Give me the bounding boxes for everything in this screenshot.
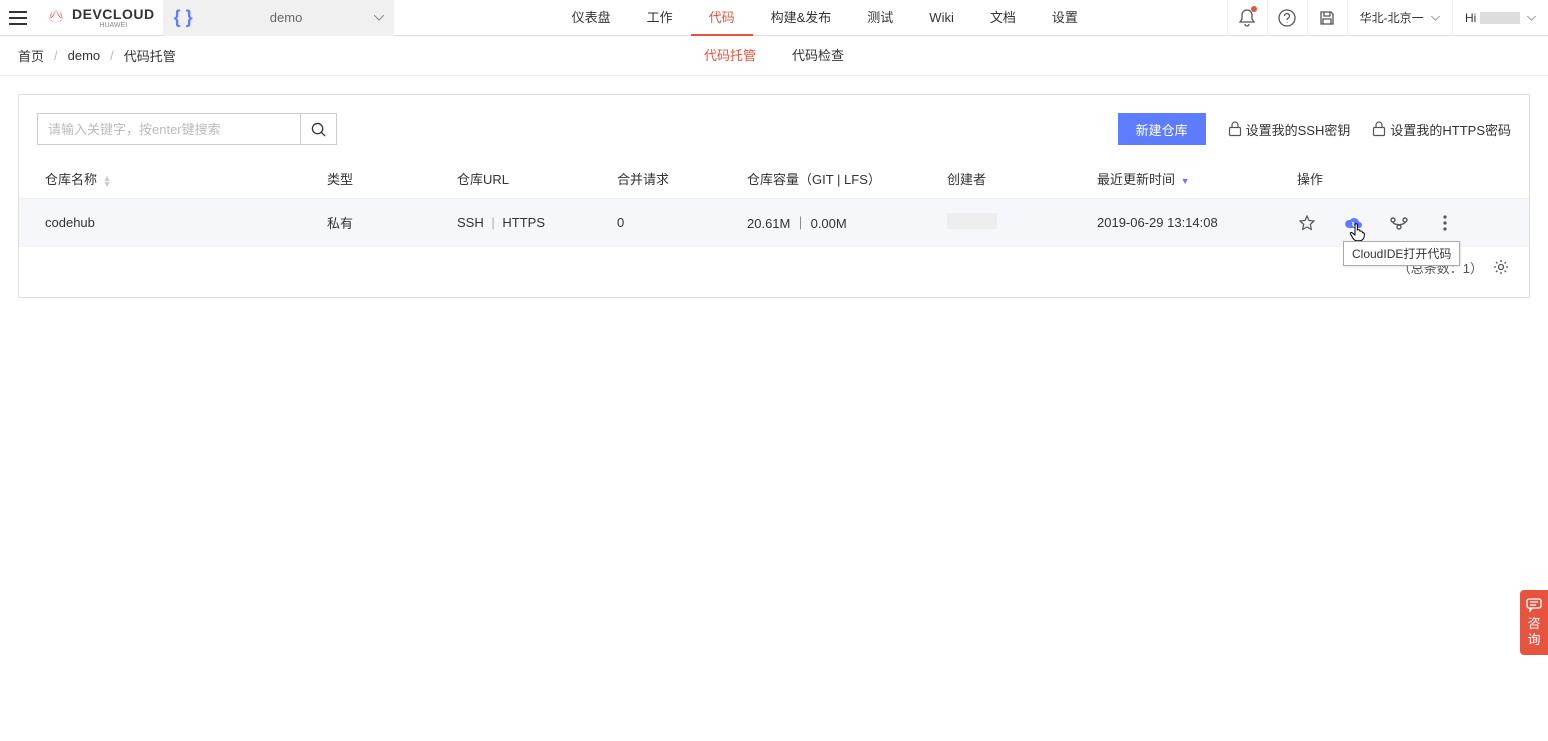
star-icon — [1299, 215, 1315, 231]
cloud-icon — [1343, 216, 1363, 230]
crumb-sep: / — [54, 48, 58, 63]
th-merge: 合并请求 — [617, 169, 747, 188]
repo-card: 新建仓库 设置我的SSH密钥 设置我的HTTPS密码 仓库名称 ▲▼ 类型 — [18, 94, 1530, 298]
cell-update-time: 2019-06-29 13:14:08 — [1097, 215, 1297, 230]
crumb-home[interactable]: 首页 — [18, 46, 44, 65]
main-nav: 仪表盘 工作 代码 构建&发布 测试 Wiki 文档 设置 — [554, 0, 1096, 36]
notifications-button[interactable] — [1227, 0, 1267, 36]
cell-repo-url: SSH | HTTPS — [457, 215, 617, 230]
nav-docs[interactable]: 文档 — [972, 0, 1034, 36]
th-creator: 创建者 — [947, 169, 1097, 188]
nav-work[interactable]: 工作 — [629, 0, 691, 36]
kebab-icon — [1443, 215, 1447, 231]
consult-float-button[interactable]: 咨询 — [1520, 590, 1548, 655]
user-greet-prefix: Hi — [1465, 11, 1476, 25]
chevron-down-icon — [374, 15, 384, 21]
table-footer: （总条数：1） — [19, 247, 1529, 297]
consult-label: 咨询 — [1527, 616, 1540, 647]
region-selector[interactable]: 华北-北京一 — [1347, 0, 1452, 36]
cell-repo-size: 20.61M ｜ 0.00M — [747, 213, 947, 232]
nav-test[interactable]: 测试 — [849, 0, 911, 36]
crumb-current[interactable]: 代码托管 — [124, 46, 176, 65]
set-https-link[interactable]: 设置我的HTTPS密码 — [1372, 120, 1511, 139]
lock-icon — [1372, 121, 1386, 137]
creator-redacted — [947, 213, 997, 229]
content-area: 新建仓库 设置我的SSH密钥 设置我的HTTPS密码 仓库名称 ▲▼ 类型 — [0, 76, 1548, 316]
gear-icon — [1493, 259, 1509, 275]
chevron-down-icon — [1431, 16, 1440, 21]
fork-button[interactable] — [1389, 213, 1409, 233]
save-button[interactable] — [1307, 0, 1347, 36]
set-ssh-label: 设置我的SSH密钥 — [1246, 120, 1351, 139]
huawei-icon — [44, 6, 68, 30]
menu-icon — [9, 11, 27, 25]
nav-settings[interactable]: 设置 — [1034, 0, 1096, 36]
breadcrumb: 首页 / demo / 代码托管 — [18, 46, 176, 65]
cell-creator — [947, 213, 1097, 232]
search-box — [37, 113, 337, 145]
star-button[interactable] — [1297, 213, 1317, 233]
user-menu[interactable]: Hi — [1452, 0, 1548, 36]
subnav-code-check[interactable]: 代码检查 — [774, 36, 862, 76]
user-name-redacted — [1480, 12, 1520, 24]
search-button[interactable] — [300, 114, 336, 144]
crumb-sep: / — [110, 48, 114, 63]
th-time[interactable]: 最近更新时间 ▼ — [1097, 169, 1297, 188]
sub-nav: 代码托管 代码检查 — [686, 36, 862, 76]
cell-operations: CloudIDE打开代码 — [1297, 213, 1511, 233]
cell-repo-type: 私有 — [327, 213, 457, 232]
toolbar: 新建仓库 设置我的SSH密钥 设置我的HTTPS密码 — [19, 95, 1529, 159]
help-icon — [1278, 9, 1296, 27]
project-selector[interactable]: { } demo — [164, 0, 394, 36]
table-header-row: 仓库名称 ▲▼ 类型 仓库URL 合并请求 仓库容量（GIT | LFS） 创建… — [19, 159, 1529, 199]
cell-merge-count: 0 — [617, 215, 747, 230]
header-right: 华北-北京一 Hi — [1227, 0, 1548, 36]
search-input[interactable] — [38, 122, 300, 137]
sub-header: 首页 / demo / 代码托管 代码托管 代码检查 — [0, 36, 1548, 76]
region-label: 华北-北京一 — [1360, 11, 1424, 25]
chat-icon — [1526, 598, 1542, 612]
brand-text: DEVCLOUD — [72, 6, 155, 22]
brand-subtext: HUAWEI — [72, 22, 155, 29]
top-header: DEVCLOUD HUAWEI { } demo 仪表盘 工作 代码 构建&发布… — [0, 0, 1548, 36]
subnav-code-host[interactable]: 代码托管 — [686, 36, 774, 76]
cloudide-button[interactable]: CloudIDE打开代码 — [1343, 213, 1363, 233]
th-op: 操作 — [1297, 169, 1511, 188]
table-row: codehub 私有 SSH | HTTPS 0 20.61M ｜ 0.00M … — [19, 199, 1529, 247]
cell-repo-name[interactable]: codehub — [37, 215, 327, 230]
save-icon — [1319, 10, 1335, 26]
new-repo-button[interactable]: 新建仓库 — [1118, 113, 1206, 145]
hamburger-menu-button[interactable] — [0, 0, 36, 36]
help-button[interactable] — [1267, 0, 1307, 36]
nav-dashboard[interactable]: 仪表盘 — [554, 0, 629, 36]
brand-logo[interactable]: DEVCLOUD HUAWEI — [36, 0, 164, 36]
th-name[interactable]: 仓库名称 ▲▼ — [37, 169, 327, 188]
https-link[interactable]: HTTPS — [502, 215, 545, 230]
table-settings-button[interactable] — [1491, 257, 1511, 277]
set-ssh-link[interactable]: 设置我的SSH密钥 — [1228, 120, 1351, 139]
th-url: 仓库URL — [457, 169, 617, 188]
th-type: 类型 — [327, 169, 457, 188]
braces-icon: { } — [174, 7, 193, 28]
cloudide-tooltip: CloudIDE打开代码 — [1343, 241, 1460, 266]
project-name: demo — [199, 10, 374, 25]
ssh-link[interactable]: SSH — [457, 215, 484, 230]
notification-dot — [1251, 6, 1257, 12]
nav-wiki[interactable]: Wiki — [911, 0, 972, 36]
nav-build[interactable]: 构建&发布 — [753, 0, 850, 36]
toolbar-right: 新建仓库 设置我的SSH密钥 设置我的HTTPS密码 — [1118, 113, 1511, 145]
repo-table: 仓库名称 ▲▼ 类型 仓库URL 合并请求 仓库容量（GIT | LFS） 创建… — [19, 159, 1529, 247]
set-https-label: 设置我的HTTPS密码 — [1390, 120, 1511, 139]
search-icon — [311, 122, 326, 137]
lock-icon — [1228, 121, 1242, 137]
fork-icon — [1390, 216, 1408, 230]
crumb-project[interactable]: demo — [68, 48, 101, 63]
sort-icon: ▲▼ — [103, 175, 112, 187]
sort-desc-icon: ▼ — [1181, 176, 1190, 186]
th-size: 仓库容量（GIT | LFS） — [747, 169, 947, 188]
chevron-down-icon — [1527, 16, 1536, 21]
nav-code[interactable]: 代码 — [691, 0, 753, 36]
more-button[interactable] — [1435, 213, 1455, 233]
